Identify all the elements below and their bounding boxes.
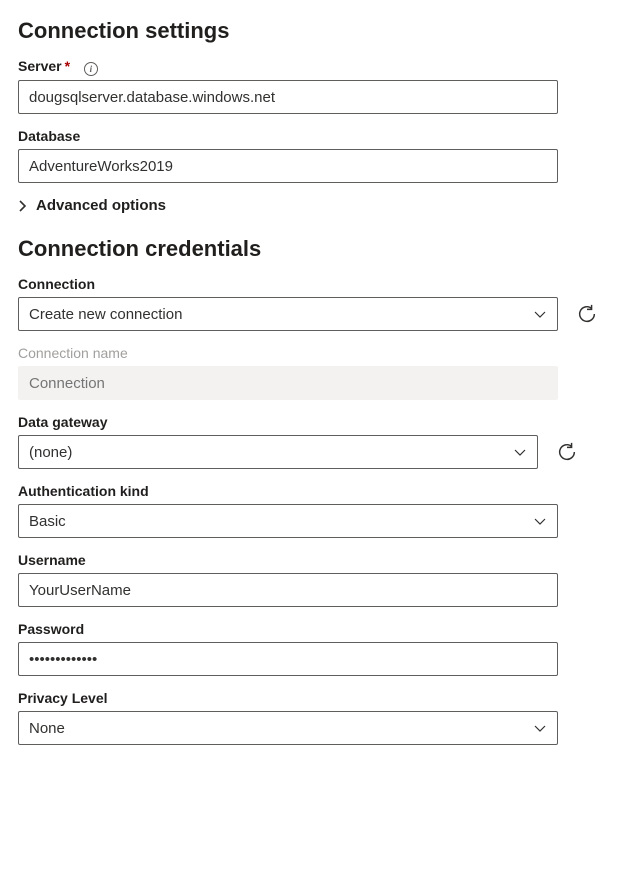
field-auth-kind: Authentication kind Basic bbox=[18, 483, 602, 538]
chevron-down-icon bbox=[513, 445, 527, 459]
data-gateway-label: Data gateway bbox=[18, 414, 602, 430]
data-gateway-select-value: (none) bbox=[29, 444, 72, 461]
username-label: Username bbox=[18, 552, 602, 568]
field-server: Server* i bbox=[18, 58, 602, 114]
advanced-options-label: Advanced options bbox=[36, 197, 166, 214]
chevron-down-icon bbox=[533, 307, 547, 321]
field-connection-name: Connection name bbox=[18, 345, 602, 400]
database-label: Database bbox=[18, 128, 602, 144]
auth-kind-select-value: Basic bbox=[29, 513, 66, 530]
advanced-options-expander[interactable]: Advanced options bbox=[18, 197, 602, 214]
field-database: Database bbox=[18, 128, 602, 183]
connection-label: Connection bbox=[18, 276, 602, 292]
connection-name-label: Connection name bbox=[18, 345, 602, 361]
privacy-level-select[interactable]: None bbox=[18, 711, 558, 745]
field-privacy-level: Privacy Level None bbox=[18, 690, 602, 745]
server-label-text: Server bbox=[18, 58, 62, 74]
chevron-down-icon bbox=[533, 721, 547, 735]
chevron-right-icon bbox=[18, 200, 28, 212]
connection-name-input bbox=[18, 366, 558, 400]
field-password: Password bbox=[18, 621, 602, 676]
privacy-level-label: Privacy Level bbox=[18, 690, 602, 706]
server-input[interactable] bbox=[18, 80, 558, 114]
password-label: Password bbox=[18, 621, 602, 637]
section-title-settings: Connection settings bbox=[18, 18, 602, 44]
password-input[interactable] bbox=[18, 642, 558, 676]
field-connection: Connection Create new connection bbox=[18, 276, 602, 331]
auth-kind-select[interactable]: Basic bbox=[18, 504, 558, 538]
chevron-down-icon bbox=[533, 514, 547, 528]
connection-select-value: Create new connection bbox=[29, 306, 182, 323]
data-gateway-select[interactable]: (none) bbox=[18, 435, 538, 469]
section-title-credentials: Connection credentials bbox=[18, 236, 602, 262]
refresh-gateway-button[interactable] bbox=[556, 441, 578, 463]
privacy-level-select-value: None bbox=[29, 720, 65, 737]
required-star: * bbox=[65, 58, 70, 74]
username-input[interactable] bbox=[18, 573, 558, 607]
info-icon[interactable]: i bbox=[84, 62, 98, 76]
refresh-connection-button[interactable] bbox=[576, 303, 598, 325]
database-input[interactable] bbox=[18, 149, 558, 183]
auth-kind-label: Authentication kind bbox=[18, 483, 602, 499]
field-data-gateway: Data gateway (none) bbox=[18, 414, 602, 469]
field-username: Username bbox=[18, 552, 602, 607]
connection-select[interactable]: Create new connection bbox=[18, 297, 558, 331]
server-label: Server* i bbox=[18, 58, 602, 75]
